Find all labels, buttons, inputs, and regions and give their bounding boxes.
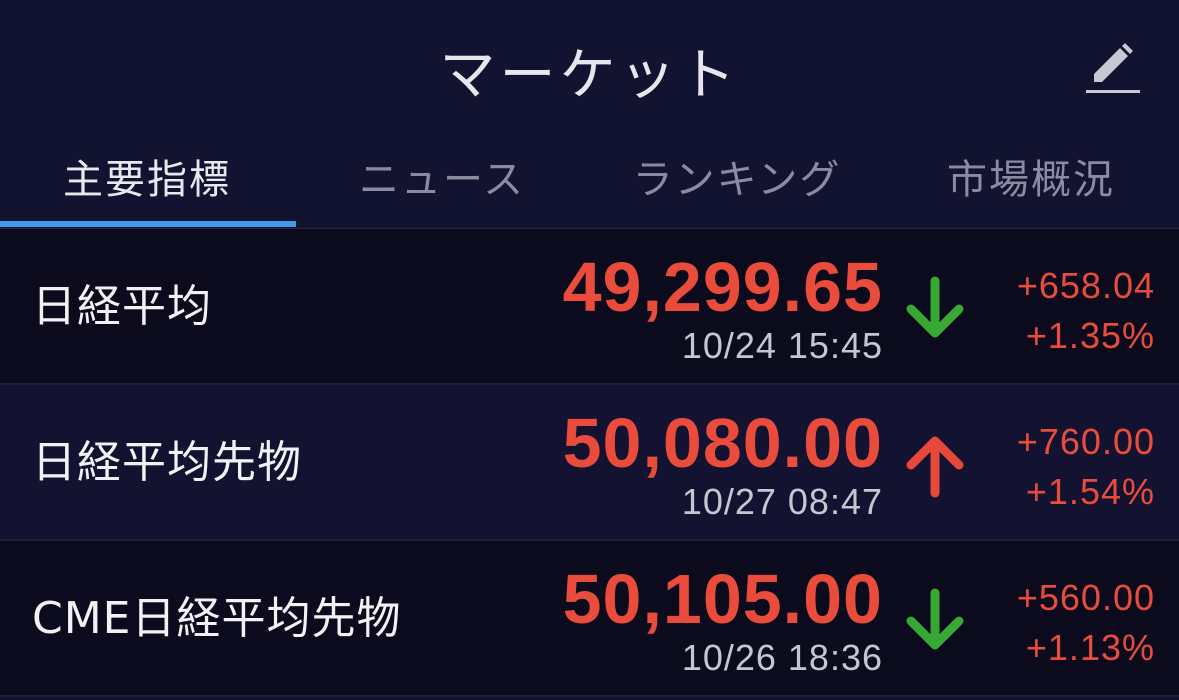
change-percent: +1.13% [1025, 627, 1155, 668]
tab-market-overview[interactable]: 市場概況 [884, 136, 1178, 228]
tab-ranking[interactable]: ランキング [590, 136, 884, 228]
active-tab-indicator [0, 221, 296, 227]
market-screen: マーケット 主要指標 ニュース ランキング 市場概況 日経平均 49,299.6… [0, 0, 1179, 700]
change-value: +560.00 [1016, 577, 1155, 618]
index-datetime: 10/24 15:45 [681, 325, 883, 366]
index-row-cme-nikkei-futures[interactable]: CME日経平均先物 50,105.00 10/26 18:36 +560.00 … [0, 541, 1179, 696]
page-title: マーケット [439, 43, 740, 108]
change-percent: +1.54% [1025, 471, 1155, 512]
edit-button[interactable] [1084, 38, 1142, 96]
index-datetime: 10/27 08:47 [681, 481, 883, 522]
tab-bar: 主要指標 ニュース ランキング 市場概況 [0, 136, 1179, 229]
change-value: +760.00 [1016, 421, 1155, 462]
tab-news[interactable]: ニュース [295, 136, 589, 228]
index-price: 49,299.65 [562, 248, 883, 326]
up-arrow-icon [906, 436, 964, 498]
change-value: +658.04 [1016, 265, 1155, 306]
index-name: 日経平均 [32, 281, 212, 332]
index-datetime: 10/26 18:36 [681, 637, 883, 678]
down-arrow-icon [906, 276, 964, 338]
header-bar: マーケット [0, 0, 1179, 136]
index-row-nikkei-futures[interactable]: 日経平均先物 50,080.00 10/27 08:47 +760.00 +1.… [0, 385, 1179, 540]
tab-main-indicators[interactable]: 主要指標 [0, 136, 294, 228]
down-arrow-icon [906, 588, 964, 650]
pencil-icon [1086, 43, 1140, 93]
index-price: 50,080.00 [562, 404, 883, 482]
index-row-nikkei[interactable]: 日経平均 49,299.65 10/24 15:45 +658.04 +1.35… [0, 229, 1179, 384]
index-name: 日経平均先物 [32, 437, 302, 488]
change-percent: +1.35% [1025, 315, 1155, 356]
row-divider [0, 695, 1179, 697]
index-price: 50,105.00 [562, 560, 883, 638]
index-name: CME日経平均先物 [32, 593, 402, 644]
